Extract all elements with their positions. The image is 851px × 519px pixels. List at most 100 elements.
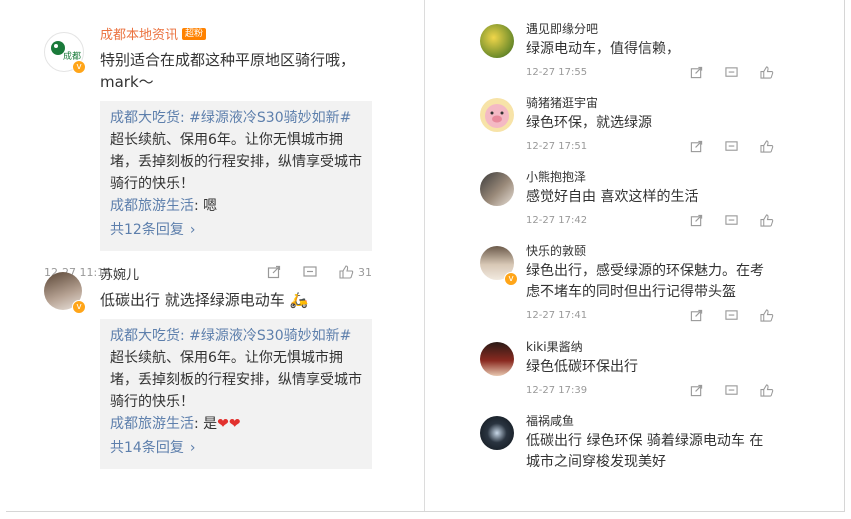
list-item: 骑猪猪逛宇宙 绿色环保，就选绿源 12-27 17:51 xyxy=(480,94,780,168)
commenter-name[interactable]: 福祸咸鱼 xyxy=(526,412,780,429)
reply-text: : 是 xyxy=(194,416,218,432)
comment-text: 绿源电动车，值得信赖， xyxy=(526,41,680,57)
timestamp: 12-27 17:42 xyxy=(526,215,588,226)
quoted-author-link[interactable]: 成都大吃货 xyxy=(110,110,180,126)
thumbs-up-icon xyxy=(760,309,774,322)
list-item: 福祸咸鱼 低碳出行 绿色环保 骑着绿源电动车 在城市之间穿梭发现美好 xyxy=(480,412,780,486)
comment-button[interactable] xyxy=(725,214,738,227)
post-text: 特别适合在成都这种平原地区骑行哦，mark～ xyxy=(100,51,356,91)
list-item: kiki果酱纳 绿色低碳环保出行 12-27 17:39 xyxy=(480,338,780,412)
comment-icon xyxy=(725,67,738,77)
comment-icon xyxy=(725,141,738,151)
quoted-post[interactable]: 成都大吃货: #绿源液冷S30骑妙如新#超长续航、保用6年。让你无惧城市拥堵，丢… xyxy=(100,101,372,251)
like-button[interactable] xyxy=(760,309,774,322)
reply-author-link[interactable]: 成都旅游生活 xyxy=(110,416,194,432)
share-icon xyxy=(690,309,703,322)
reply-text: : 嗯 xyxy=(194,198,218,214)
thumbs-up-icon xyxy=(760,140,774,153)
comment-icon xyxy=(725,385,738,395)
timestamp: 12-27 17:39 xyxy=(526,385,588,396)
reply-count-label[interactable]: 共12条回复 xyxy=(110,219,184,241)
view-replies-link[interactable]: 共14条回复 › xyxy=(110,437,362,459)
heart-icon: ❤ xyxy=(217,416,229,432)
like-button[interactable] xyxy=(760,384,774,397)
hashtag-link[interactable]: #绿源液冷S30骑妙如新# xyxy=(189,328,351,344)
comment-icon xyxy=(725,310,738,320)
left-comment-panel: 成都 v 成都本地资讯 超粉 特别适合在成都这种平原地区骑行哦，mark～ 成都… xyxy=(44,24,384,469)
commenter-name[interactable]: 遇见即缘分吧 xyxy=(526,20,780,37)
column-divider xyxy=(424,0,425,511)
verified-badge-icon: v xyxy=(504,272,518,286)
comment-meta: 12-27 17:55 xyxy=(526,66,774,79)
post-username[interactable]: 成都本地资讯 超粉 xyxy=(100,24,384,43)
comment-meta: 12-27 17:42 xyxy=(526,214,774,227)
share-button[interactable] xyxy=(690,214,703,227)
comment-post: 成都 v 成都本地资讯 超粉 特别适合在成都这种平原地区骑行哦，mark～ 成都… xyxy=(44,24,384,279)
share-button[interactable] xyxy=(690,140,703,153)
thumbs-up-icon xyxy=(760,66,774,79)
share-icon xyxy=(690,214,703,227)
share-button[interactable] xyxy=(690,66,703,79)
commenter-name[interactable]: 骑猪猪逛宇宙 xyxy=(526,94,780,111)
quoted-post[interactable]: 成都大吃货: #绿源液冷S30骑妙如新#超长续航、保用6年。让你无惧城市拥堵，丢… xyxy=(100,319,372,469)
post-text: 低碳出行 就选择绿源电动车 🛵 xyxy=(100,289,384,311)
scooter-emoji-icon: 🛵 xyxy=(289,291,309,309)
chevron-right-icon: › xyxy=(189,440,196,456)
list-item: v 快乐的敦颐 绿色出行，感受绿源的环保魅力。在考虑不堵车的同时但出行记得带头盔… xyxy=(480,242,780,338)
comment-button[interactable] xyxy=(725,309,738,322)
list-item: 遇见即缘分吧 绿源电动车，值得信赖， 12-27 17:55 xyxy=(480,20,780,94)
timestamp: 12-27 17:55 xyxy=(526,67,588,78)
comment-text: 绿色环保，就选绿源 xyxy=(526,115,652,131)
chevron-right-icon: › xyxy=(189,222,196,238)
reply-preview: 成都旅游生活: 是❤❤ xyxy=(110,413,362,435)
avatar[interactable] xyxy=(480,342,514,376)
comment-button[interactable] xyxy=(725,140,738,153)
like-button[interactable] xyxy=(760,66,774,79)
comment-icon xyxy=(725,215,738,225)
comment-meta: 12-27 17:51 xyxy=(526,140,774,153)
share-button[interactable] xyxy=(690,309,703,322)
quoted-body: 超长续航、保用6年。让你无惧城市拥堵，丢掉刻板的行程安排，纵情享受城市骑行的快乐… xyxy=(110,132,362,192)
quoted-author-link[interactable]: 成都大吃货 xyxy=(110,328,180,344)
commenter-name[interactable]: 快乐的敦颐 xyxy=(526,242,780,259)
thumbs-up-icon xyxy=(760,384,774,397)
comment-text: 低碳出行 绿色环保 骑着绿源电动车 在城市之间穿梭发现美好 xyxy=(526,433,764,470)
quoted-body: 超长续航、保用6年。让你无惧城市拥堵，丢掉刻板的行程安排，纵情享受城市骑行的快乐… xyxy=(110,350,362,410)
avatar[interactable] xyxy=(480,416,514,450)
verified-badge-icon: v xyxy=(72,300,86,314)
reply-preview: 成都旅游生活: 嗯 xyxy=(110,195,362,217)
fan-badge: 超粉 xyxy=(182,27,207,40)
timestamp: 12-27 17:51 xyxy=(526,141,588,152)
comment-post: v 苏婉儿 低碳出行 就选择绿源电动车 🛵 成都大吃货: #绿源液冷S30骑妙如… xyxy=(44,264,384,469)
like-button[interactable] xyxy=(760,214,774,227)
comment-button[interactable] xyxy=(725,66,738,79)
comment-meta: 12-27 17:41 xyxy=(526,309,774,322)
share-button[interactable] xyxy=(690,384,703,397)
comment-text: 绿色出行，感受绿源的环保魅力。在考虑不堵车的同时但出行记得带头盔 xyxy=(526,263,764,300)
avatar[interactable] xyxy=(480,24,514,58)
share-icon xyxy=(690,66,703,79)
commenter-name[interactable]: kiki果酱纳 xyxy=(526,338,780,355)
view-replies-link[interactable]: 共12条回复 › xyxy=(110,219,362,241)
like-button[interactable] xyxy=(760,140,774,153)
username-text[interactable]: 苏婉儿 xyxy=(100,264,139,283)
reply-count-label[interactable]: 共14条回复 xyxy=(110,437,184,459)
comment-button[interactable] xyxy=(725,384,738,397)
post-text-content: 低碳出行 就选择绿源电动车 xyxy=(100,291,285,309)
reply-author-link[interactable]: 成都旅游生活 xyxy=(110,198,194,214)
verified-badge-icon: v xyxy=(72,60,86,74)
username-text[interactable]: 成都本地资讯 xyxy=(100,24,178,43)
heart-icon: ❤ xyxy=(228,416,241,432)
thumbs-up-icon xyxy=(760,214,774,227)
timestamp: 12-27 17:41 xyxy=(526,310,588,321)
comment-text: 感觉好自由 喜欢这样的生活 xyxy=(526,189,699,205)
commenter-name[interactable]: 小熊抱抱泽 xyxy=(526,168,780,185)
avatar[interactable] xyxy=(480,98,514,132)
hashtag-link[interactable]: #绿源液冷S30骑妙如新# xyxy=(189,110,351,126)
avatar[interactable] xyxy=(480,172,514,206)
post-username[interactable]: 苏婉儿 xyxy=(100,264,384,283)
share-icon xyxy=(690,384,703,397)
right-comment-list: 遇见即缘分吧 绿源电动车，值得信赖， 12-27 17:55 骑猪猪逛宇宙 绿色… xyxy=(480,20,780,486)
share-icon xyxy=(690,140,703,153)
comment-meta: 12-27 17:39 xyxy=(526,384,774,397)
